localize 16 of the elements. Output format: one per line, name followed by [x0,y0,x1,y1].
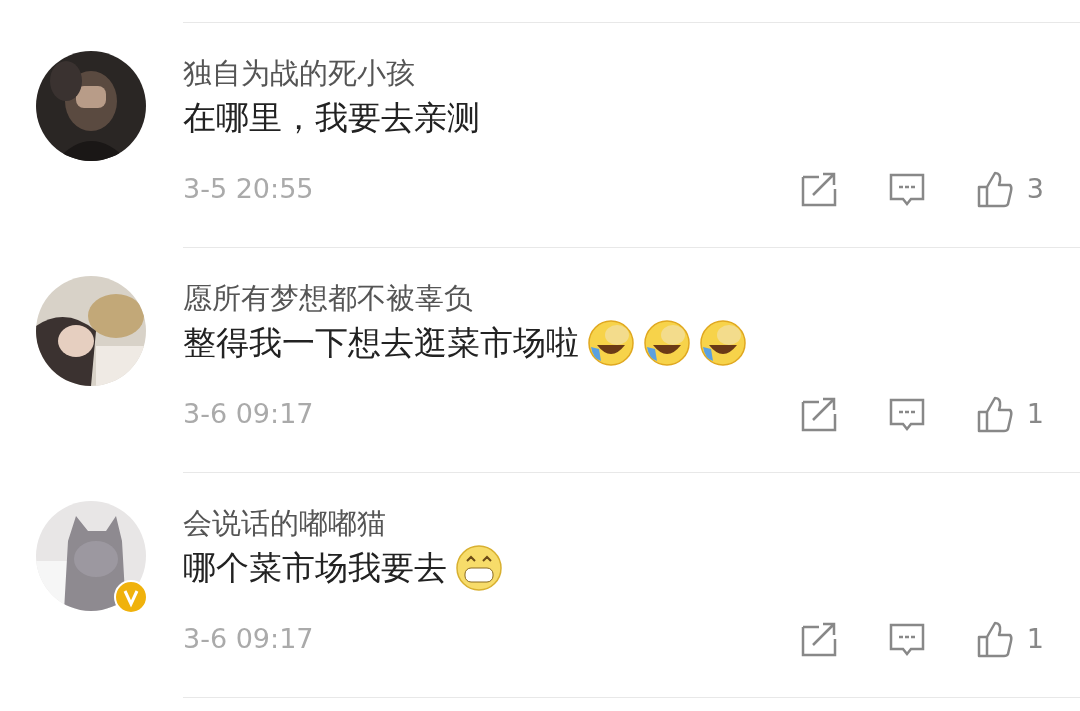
timestamp: 3-6 09:17 [183,397,315,431]
laughing-tears-emoji-icon [643,319,691,367]
comment-text: 哪个菜市场我要去 [183,547,447,589]
laughing-tears-emoji-icon [699,319,747,367]
grin-emoji-icon [455,544,503,592]
timestamp: 3-5 20:55 [183,172,315,206]
comment-text: 在哪里，我要去亲测 [183,97,480,139]
comment-text: 整得我一下想去逛菜市场啦 [183,322,579,364]
username[interactable]: 独自为战的死小孩 [183,53,1044,93]
like-count: 1 [1026,622,1044,656]
laughing-tears-emoji-icon [587,319,635,367]
username[interactable]: 愿所有梦想都不被辜负 [183,278,1044,318]
like-count: 1 [1026,397,1044,431]
timestamp: 3-6 09:17 [183,622,315,656]
like-count: 3 [1026,172,1044,206]
username[interactable]: 会说话的嘟嘟猫 [183,503,1044,543]
